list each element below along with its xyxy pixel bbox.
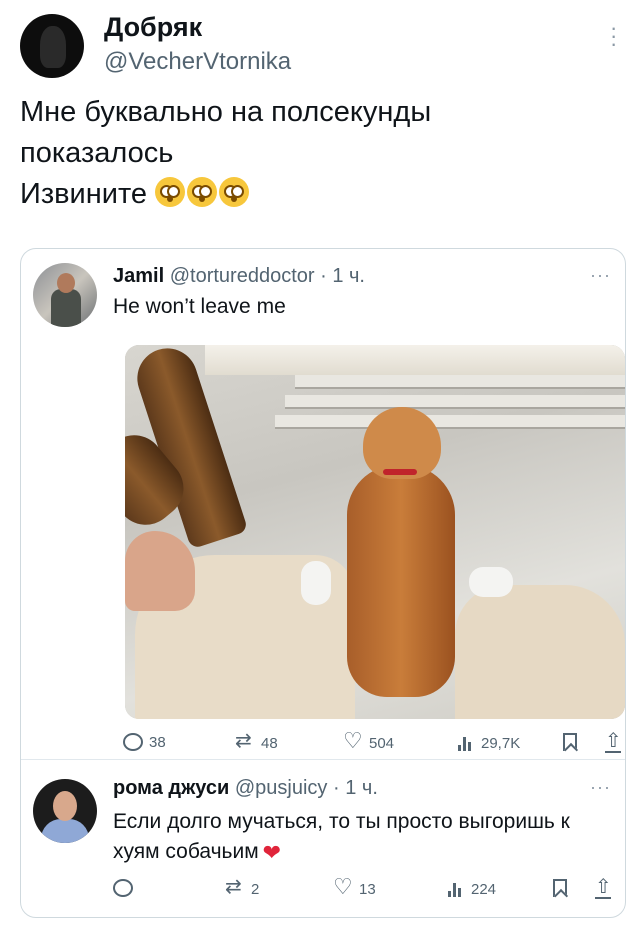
reply-actions: 2 13 224 bbox=[113, 875, 613, 905]
reply-reply-button[interactable] bbox=[113, 879, 139, 897]
author-handle[interactable]: @VecherVtornika bbox=[104, 48, 291, 76]
quoted-actions: 38 48 504 29,7K bbox=[123, 729, 629, 763]
retweet-count: 48 bbox=[261, 734, 278, 752]
reply-text-body: Если долго мучаться, то ты просто выгори… bbox=[113, 810, 570, 863]
retweet-icon bbox=[225, 877, 245, 899]
like-count: 504 bbox=[369, 734, 395, 752]
heart-icon bbox=[343, 731, 363, 753]
reply-handle[interactable]: @pusjuicy bbox=[235, 777, 328, 799]
reply-name[interactable]: рома джуси bbox=[113, 777, 229, 799]
author-name[interactable]: Добряк bbox=[104, 12, 202, 43]
reply-views-button[interactable]: 224 bbox=[445, 879, 496, 899]
tweet-text: Мне буквально на полсекунды показалось И… bbox=[20, 92, 620, 215]
share-icon bbox=[603, 731, 623, 753]
share-button[interactable] bbox=[603, 731, 623, 753]
tweet-text-word: Извините bbox=[20, 178, 148, 210]
views-button[interactable]: 29,7K bbox=[455, 733, 520, 753]
tweet-text-line-3: Извините bbox=[20, 174, 620, 215]
tweet-photo[interactable] bbox=[125, 345, 625, 719]
views-icon bbox=[455, 733, 475, 753]
red-heart-icon: ❤ bbox=[262, 840, 282, 865]
retweet-button[interactable]: 48 bbox=[235, 731, 278, 753]
retweet-icon bbox=[235, 731, 255, 753]
reply-more-icon[interactable]: ··· bbox=[590, 777, 611, 798]
quoted-time[interactable]: · 1 ч. bbox=[320, 265, 365, 287]
reply-tweet[interactable]: рома джуси @pusjuicy · 1 ч. ··· Если дол… bbox=[33, 775, 613, 915]
like-button[interactable]: 504 bbox=[343, 731, 395, 753]
divider bbox=[21, 759, 625, 760]
reply-header: рома джуси @pusjuicy · 1 ч. bbox=[113, 777, 378, 800]
reply-icon bbox=[123, 733, 143, 751]
reply-bookmark-button[interactable] bbox=[553, 879, 567, 897]
bookmark-icon bbox=[553, 879, 567, 897]
quoted-text: He won’t leave me bbox=[113, 295, 286, 318]
quoted-handle[interactable]: @tortureddoctor bbox=[170, 265, 315, 287]
reply-retweet-count: 2 bbox=[251, 880, 260, 898]
views-count: 29,7K bbox=[481, 734, 521, 752]
reply-share-button[interactable] bbox=[593, 877, 613, 899]
heart-icon bbox=[333, 877, 353, 899]
reply-avatar[interactable] bbox=[33, 779, 97, 843]
bookmark-icon bbox=[563, 733, 577, 751]
bookmark-button[interactable] bbox=[563, 733, 577, 751]
tweet-text-line-1: Мне буквально на полсекунды bbox=[20, 96, 432, 128]
reply-retweet-button[interactable]: 2 bbox=[225, 877, 260, 899]
reply-like-button[interactable]: 13 bbox=[333, 877, 376, 899]
tweet-text-line-2: показалось bbox=[20, 137, 174, 169]
reply-text: Если долго мучаться, то ты просто выгори… bbox=[113, 807, 613, 868]
views-icon bbox=[445, 879, 465, 899]
reply-like-count: 13 bbox=[359, 880, 376, 898]
reply-time[interactable]: · 1 ч. bbox=[333, 777, 378, 799]
reply-button[interactable]: 38 bbox=[123, 733, 166, 751]
share-icon bbox=[593, 877, 613, 899]
tweet-author: Добряк @VecherVtornika · · · bbox=[20, 10, 620, 80]
quoted-avatar[interactable] bbox=[33, 263, 97, 327]
flushed-face-icon bbox=[187, 177, 218, 207]
flushed-face-icon bbox=[155, 177, 186, 207]
more-options-icon[interactable]: · · · bbox=[610, 17, 617, 55]
quoted-more-icon[interactable]: ··· bbox=[590, 265, 611, 286]
reply-count: 38 bbox=[149, 733, 166, 751]
quoted-header: Jamil @tortureddoctor · 1 ч. bbox=[113, 265, 365, 288]
author-avatar[interactable] bbox=[20, 14, 84, 78]
quoted-name[interactable]: Jamil bbox=[113, 265, 164, 287]
reply-views-count: 224 bbox=[471, 880, 497, 898]
flushed-face-icon bbox=[219, 177, 250, 207]
reply-icon bbox=[113, 879, 133, 897]
thread-card: Jamil @tortureddoctor · 1 ч. ··· He won’… bbox=[20, 248, 626, 918]
